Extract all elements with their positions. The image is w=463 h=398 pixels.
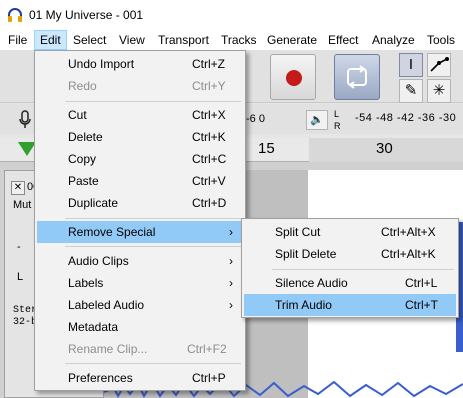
menu-item-silence-audio[interactable]: Silence Audio Ctrl+L (244, 272, 456, 294)
mute-button[interactable]: Mut (13, 199, 31, 211)
menu-separator (272, 269, 454, 270)
menu-tools[interactable]: Tools (421, 30, 461, 50)
menu-item-label: Copy (68, 152, 97, 166)
ruler-mark-30: 30 (376, 140, 393, 157)
menu-item-label: Duplicate (68, 196, 119, 210)
window-title: 01 My Universe - 001 (29, 8, 144, 22)
menu-item-label: Labels (68, 276, 104, 290)
menu-separator (65, 363, 241, 364)
menu-item-redo[interactable]: Redo Ctrl+Y (37, 75, 243, 97)
meter-scale: -54 -48 -42 -36 -30 (355, 112, 457, 124)
loop-icon (347, 65, 367, 89)
menu-item-trim-audio[interactable]: Trim Audio Ctrl+T (244, 294, 456, 316)
menu-separator (65, 246, 241, 247)
menu-item-shortcut: Ctrl+P (192, 371, 226, 385)
menu-item-cut[interactable]: Cut Ctrl+X (37, 104, 243, 126)
pan-left-label: L (17, 271, 24, 283)
menu-item-labels[interactable]: Labels › (37, 272, 243, 294)
menu-bar: File Edit Select View Transport Tracks G… (0, 30, 463, 50)
menu-item-paste[interactable]: Paste Ctrl+V (37, 170, 243, 192)
gain-dash: - (17, 241, 21, 253)
menu-file[interactable]: File (2, 30, 33, 50)
menu-item-rename-clip[interactable]: Rename Clip... Ctrl+F2 (37, 338, 243, 360)
menu-analyze[interactable]: Analyze (366, 30, 421, 50)
menu-item-label: Trim Audio (275, 298, 332, 312)
menu-edit[interactable]: Edit (34, 30, 67, 50)
loop-button[interactable] (334, 54, 380, 100)
chevron-right-icon: › (229, 254, 233, 268)
menu-item-shortcut: Ctrl+F2 (187, 342, 227, 356)
menu-item-label: Preferences (68, 371, 133, 385)
menu-transport[interactable]: Transport (152, 30, 215, 50)
chevron-right-icon: › (229, 298, 233, 312)
headphones-icon (8, 8, 22, 22)
menu-item-split-cut[interactable]: Split Cut Ctrl+Alt+X (244, 221, 456, 243)
microphone-icon (19, 110, 31, 128)
menu-item-label: Split Delete (275, 247, 337, 261)
menu-item-label: Rename Clip... (68, 342, 148, 356)
chevron-right-icon: › (229, 276, 233, 290)
menu-item-label: Cut (68, 108, 87, 122)
menu-item-copy[interactable]: Copy Ctrl+C (37, 148, 243, 170)
menu-item-shortcut: Ctrl+Alt+K (381, 247, 436, 261)
menu-item-metadata[interactable]: Metadata (37, 316, 243, 338)
ruler-mark-15: 15 (258, 140, 275, 157)
menu-separator (65, 101, 241, 102)
menu-item-label: Remove Special (68, 225, 156, 239)
menu-view[interactable]: View (113, 30, 151, 50)
pencil-tool-icon[interactable]: ✎ (399, 79, 423, 103)
menu-item-label: Undo Import (68, 57, 135, 71)
menu-item-audio-clips[interactable]: Audio Clips › (37, 250, 243, 272)
menu-generate[interactable]: Generate (261, 30, 323, 50)
edit-menu-dropdown: Undo Import Ctrl+Z Redo Ctrl+Y Cut Ctrl+… (34, 50, 246, 391)
menu-item-delete[interactable]: Delete Ctrl+K (37, 126, 243, 148)
menu-item-undo-import[interactable]: Undo Import Ctrl+Z (37, 53, 243, 75)
menu-item-shortcut: Ctrl+T (405, 298, 438, 312)
meter-left-label: L (334, 109, 340, 119)
menu-select[interactable]: Select (67, 30, 112, 50)
title-bar: 01 My Universe - 001 (0, 0, 463, 30)
speaker-icon[interactable]: 🔈 (306, 110, 328, 130)
record-button[interactable] (270, 54, 316, 100)
menu-item-label: Audio Clips (68, 254, 129, 268)
menu-item-shortcut: Ctrl+V (192, 174, 226, 188)
menu-item-remove-special[interactable]: Remove Special › (37, 221, 243, 243)
mini-meter-scale: -6 0 (246, 113, 265, 125)
menu-item-label: Redo (68, 79, 97, 93)
menu-item-shortcut: Ctrl+K (192, 130, 226, 144)
record-icon (286, 70, 302, 86)
meter-right-label: R (334, 121, 341, 131)
menu-item-preferences[interactable]: Preferences Ctrl+P (37, 367, 243, 389)
menu-tracks[interactable]: Tracks (215, 30, 263, 50)
menu-item-shortcut: Ctrl+D (192, 196, 227, 210)
menu-item-shortcut: Ctrl+L (405, 276, 438, 290)
chevron-right-icon: › (229, 225, 233, 239)
multi-tool-icon[interactable]: ✳ (427, 79, 451, 103)
menu-item-shortcut: Ctrl+X (192, 108, 226, 122)
menu-separator (65, 218, 241, 219)
menu-item-label: Silence Audio (275, 276, 348, 290)
menu-item-split-delete[interactable]: Split Delete Ctrl+Alt+K (244, 243, 456, 265)
menu-item-duplicate[interactable]: Duplicate Ctrl+D (37, 192, 243, 214)
menu-item-shortcut: Ctrl+Y (192, 79, 226, 93)
remove-special-submenu: Split Cut Ctrl+Alt+X Split Delete Ctrl+A… (241, 218, 459, 318)
close-icon[interactable]: ✕ (11, 181, 25, 195)
menu-item-shortcut: Ctrl+C (192, 152, 227, 166)
menu-item-label: Metadata (68, 320, 119, 334)
menu-item-labeled-audio[interactable]: Labeled Audio › (37, 294, 243, 316)
envelope-tool-icon[interactable] (427, 53, 451, 77)
selection-tool-icon[interactable]: I (399, 53, 423, 77)
menu-effect[interactable]: Effect (322, 30, 364, 50)
menu-item-label: Labeled Audio (68, 298, 145, 312)
menu-item-shortcut: Ctrl+Alt+X (381, 225, 436, 239)
menu-item-label: Split Cut (275, 225, 321, 239)
menu-item-label: Paste (68, 174, 99, 188)
menu-item-label: Delete (68, 130, 103, 144)
menu-item-shortcut: Ctrl+Z (192, 57, 225, 71)
